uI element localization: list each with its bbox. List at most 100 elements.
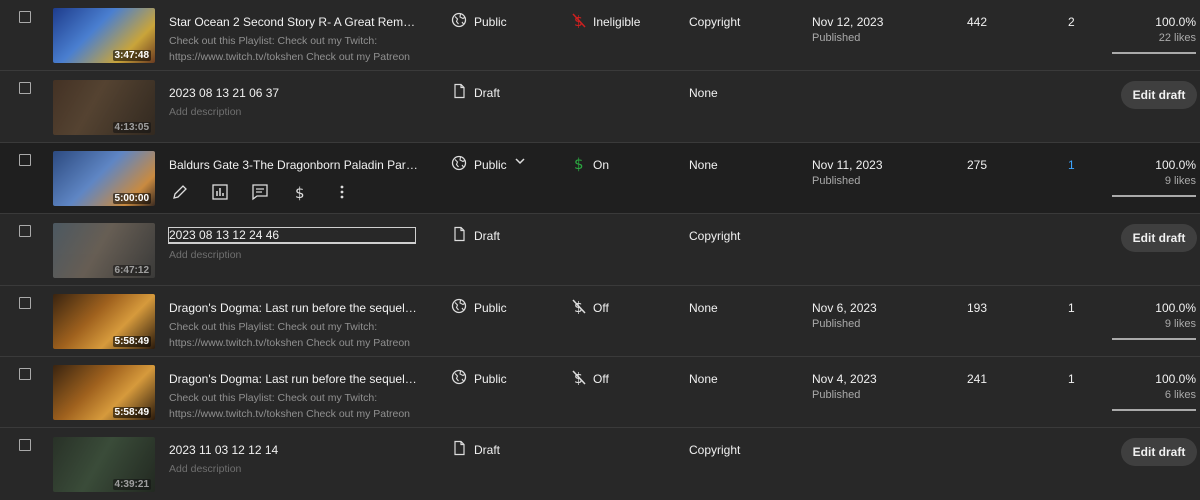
comments-count: 2 <box>1068 15 1075 29</box>
comments-icon[interactable] <box>251 183 269 201</box>
views-count: 275 <box>967 158 988 172</box>
video-description: Check out this Playlist: Check out my Tw… <box>169 392 411 420</box>
likes-count: 22 likes <box>1158 32 1196 44</box>
date-status: Published <box>812 389 861 401</box>
duration-badge: 5:58:49 <box>112 336 151 347</box>
visibility-label[interactable]: Public <box>474 301 507 315</box>
edit-draft-button[interactable]: Edit draft <box>1121 81 1197 109</box>
select-checkbox[interactable] <box>19 225 31 237</box>
dollar-crossed-red-icon: $ <box>571 12 587 29</box>
likes-count: 6 likes <box>1164 389 1196 401</box>
video-row[interactable]: 6:47:12 2023 08 13 12 24 46 Add descript… <box>0 214 1200 286</box>
monetization-label[interactable]: Off <box>593 301 609 315</box>
restrictions-label[interactable]: None <box>689 158 718 172</box>
restrictions-label[interactable]: None <box>689 301 718 315</box>
likes-percent: 100.0% <box>1155 158 1196 172</box>
visibility-label[interactable]: Public <box>474 372 507 386</box>
likes-percent: 100.0% <box>1155 372 1196 386</box>
visibility-label: Draft <box>474 86 501 100</box>
views-count: 241 <box>967 372 988 386</box>
edit-draft-button[interactable]: Edit draft <box>1121 438 1197 466</box>
video-row[interactable]: 5:58:49 Dragon's Dogma: Last run before … <box>0 286 1200 357</box>
duration-badge: 4:13:05 <box>112 122 151 133</box>
video-description: Check out this Playlist: Check out my Tw… <box>169 321 411 349</box>
edit-draft-button[interactable]: Edit draft <box>1121 224 1197 252</box>
date-status: Published <box>812 175 861 187</box>
more-options-icon[interactable] <box>333 183 351 201</box>
restrictions-label[interactable]: None <box>689 372 718 386</box>
video-thumbnail[interactable]: 5:00:00 <box>53 151 155 206</box>
comments-count: 1 <box>1068 372 1075 386</box>
monetization-icon[interactable]: $ <box>291 183 309 201</box>
video-title[interactable]: Dragon's Dogma: Last run before the sequ… <box>169 301 419 315</box>
date-label: Nov 12, 2023 <box>812 15 884 29</box>
comments-count-link[interactable]: 1 <box>1068 158 1075 172</box>
date-label: Nov 6, 2023 <box>812 301 877 315</box>
duration-badge: 3:47:48 <box>112 50 151 61</box>
date-label: Nov 4, 2023 <box>812 372 877 386</box>
description-placeholder[interactable]: Add description <box>169 104 419 120</box>
video-row[interactable]: 4:13:05 2023 08 13 21 06 37 Add descript… <box>0 71 1200 143</box>
dollar-crossed-icon: $ <box>571 369 587 386</box>
restrictions-label[interactable]: Copyright <box>689 15 740 29</box>
likes-percent: 100.0% <box>1155 301 1196 315</box>
comments-count: 1 <box>1068 301 1075 315</box>
views-count: 442 <box>967 15 988 29</box>
likes-bar <box>1112 195 1196 197</box>
svg-text:$: $ <box>295 184 305 201</box>
video-thumbnail[interactable]: 4:39:21 <box>53 437 155 492</box>
select-checkbox[interactable] <box>19 439 31 451</box>
video-thumbnail[interactable]: 4:13:05 <box>53 80 155 135</box>
select-checkbox[interactable] <box>19 11 31 23</box>
visibility-label[interactable]: Public <box>474 15 507 29</box>
video-thumbnail[interactable]: 3:47:48 <box>53 8 155 63</box>
video-row[interactable]: 5:58:49 Dragon's Dogma: Last run before … <box>0 357 1200 428</box>
restrictions-label[interactable]: None <box>689 86 718 100</box>
video-title[interactable]: 2023 08 13 21 06 37 <box>169 86 419 100</box>
document-icon <box>451 226 467 242</box>
description-placeholder[interactable]: Add description <box>169 461 419 477</box>
duration-badge: 5:58:49 <box>112 407 151 418</box>
select-checkbox[interactable] <box>19 82 31 94</box>
date-status: Published <box>812 318 861 330</box>
restrictions-label[interactable]: Copyright <box>689 443 740 457</box>
monetization-label[interactable]: On <box>593 158 609 172</box>
description-placeholder[interactable]: Add description <box>169 247 419 263</box>
monetization-label[interactable]: Off <box>593 372 609 386</box>
pencil-icon[interactable] <box>171 183 189 201</box>
video-row[interactable]: 4:39:21 2023 11 03 12 12 14 Add descript… <box>0 428 1200 500</box>
select-checkbox[interactable] <box>19 368 31 380</box>
video-title-input[interactable]: 2023 08 13 12 24 46 <box>168 227 416 244</box>
globe-icon <box>451 155 467 171</box>
video-row[interactable]: 3:47:48 Star Ocean 2 Second Story R- A G… <box>0 0 1200 71</box>
globe-icon <box>451 298 467 314</box>
video-title[interactable]: Star Ocean 2 Second Story R- A Great Rem… <box>169 15 419 29</box>
video-row[interactable]: 5:00:00 Baldurs Gate 3-The Dragonborn Pa… <box>0 143 1200 214</box>
visibility-label: Draft <box>474 229 501 243</box>
visibility-label[interactable]: Public <box>474 158 507 172</box>
likes-bar <box>1112 409 1196 411</box>
visibility-label: Draft <box>474 443 501 457</box>
svg-text:$: $ <box>574 155 584 172</box>
date-label: Nov 11, 2023 <box>812 158 883 172</box>
likes-count: 9 likes <box>1164 318 1196 330</box>
likes-count: 9 likes <box>1164 175 1196 187</box>
select-checkbox[interactable] <box>19 297 31 309</box>
video-title[interactable]: Dragon's Dogma: Last run before the sequ… <box>169 372 419 386</box>
chevron-down-icon[interactable] <box>514 155 526 167</box>
row-actions-toolbar: $ <box>169 183 359 203</box>
select-checkbox[interactable] <box>19 154 31 166</box>
video-thumbnail[interactable]: 6:47:12 <box>53 223 155 278</box>
video-thumbnail[interactable]: 5:58:49 <box>53 294 155 349</box>
monetization-label[interactable]: Ineligible <box>593 15 640 29</box>
video-title[interactable]: Baldurs Gate 3-The Dragonborn Paladin Pa… <box>169 158 419 172</box>
duration-badge: 5:00:00 <box>112 193 151 204</box>
video-thumbnail[interactable]: 5:58:49 <box>53 365 155 420</box>
analytics-icon[interactable] <box>211 183 229 201</box>
dollar-crossed-icon: $ <box>571 298 587 315</box>
likes-percent: 100.0% <box>1155 15 1196 29</box>
video-title[interactable]: 2023 11 03 12 12 14 <box>169 443 419 457</box>
restrictions-label[interactable]: Copyright <box>689 229 740 243</box>
duration-badge: 6:47:12 <box>112 265 151 276</box>
duration-badge: 4:39:21 <box>112 479 151 490</box>
